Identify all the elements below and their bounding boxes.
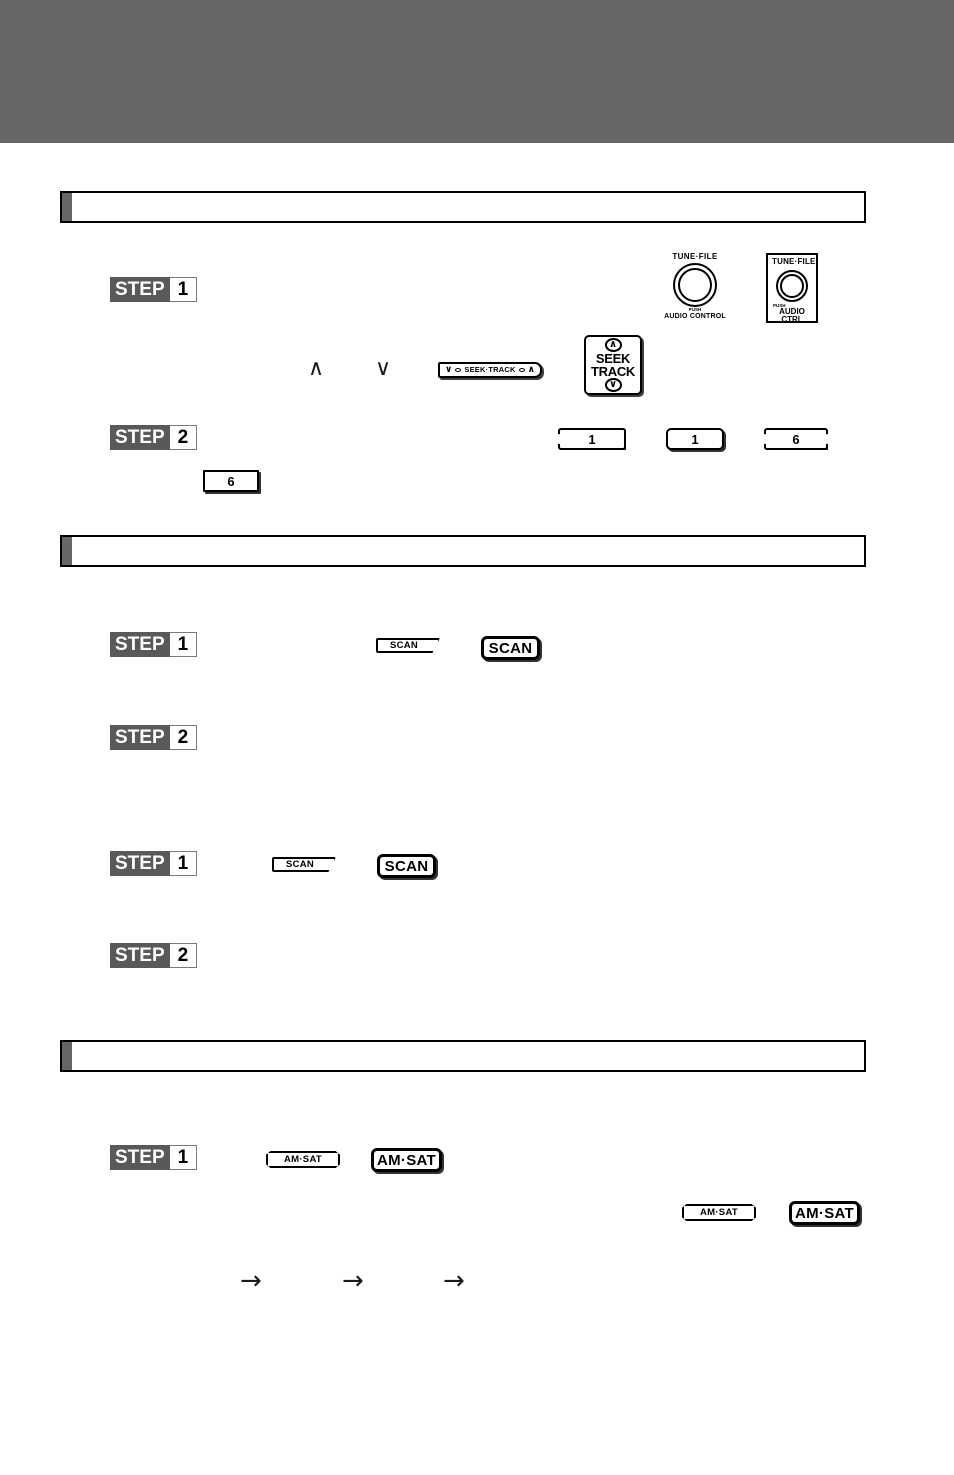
step-number: 2 <box>169 725 198 750</box>
tune-file-knob-illustration: TUNE·FILE PUSH AUDIO CONTROL <box>650 252 740 320</box>
scan-button-bold-2[interactable]: SCAN <box>377 854 436 878</box>
scan-button-flat[interactable]: SCAN <box>376 638 440 653</box>
step-badge-2-4: STEP 2 <box>110 943 198 968</box>
knob-ring-icon <box>673 263 717 307</box>
step-word: STEP <box>110 425 170 450</box>
section-accent-tab <box>62 1042 72 1070</box>
seek-track-vertical-button[interactable]: ∧ SEEK TRACK ∨ <box>584 335 642 395</box>
section-accent-tab <box>62 537 72 565</box>
tune-file-audio-ctrl-panel: TUNE·FILE PUSH AUDIO CTRL <box>766 253 818 325</box>
arrow-right-icon-2: → <box>342 1266 364 1296</box>
am-sat-button-flat-2[interactable]: AM·SAT <box>682 1204 756 1221</box>
section-header-bar-1 <box>60 191 866 223</box>
preset-button-6-plain[interactable]: 6 <box>203 470 259 492</box>
step-word: STEP <box>110 277 170 302</box>
seek-up-circle-icon[interactable]: ∧ <box>604 337 622 352</box>
tune-file-label: TUNE·FILE <box>672 252 718 261</box>
section-header-bar-2 <box>60 535 866 567</box>
scan-button-bold[interactable]: SCAN <box>481 636 540 660</box>
seek-track-label: SEEK·TRACK <box>464 365 516 375</box>
scan-button-flat-2[interactable]: SCAN <box>272 857 336 872</box>
am-sat-button-flat[interactable]: AM·SAT <box>266 1151 340 1168</box>
seek-track-right-ellipse-icon <box>518 368 525 372</box>
preset-button-6-flat[interactable]: 6 <box>764 428 828 450</box>
arrow-right-icon-3: → <box>443 1266 465 1296</box>
chevron-up-icon: ∧ <box>308 356 325 381</box>
section-accent-tab <box>62 193 72 221</box>
seek-track-right-chevron-icon: ∧ <box>527 364 535 375</box>
step-badge-2-2: STEP 2 <box>110 725 198 750</box>
track-label: TRACK <box>591 364 635 379</box>
chevron-down-icon: ∨ <box>375 356 392 381</box>
step-word: STEP <box>110 725 170 750</box>
am-sat-button-bold[interactable]: AM·SAT <box>371 1148 442 1172</box>
audio-control-label: AUDIO CONTROL <box>664 312 726 320</box>
step-badge-2-3: STEP 1 <box>110 851 198 876</box>
page-header-band <box>0 0 954 143</box>
step-word: STEP <box>110 1145 170 1170</box>
step-badge-1-1: STEP 1 <box>110 277 198 302</box>
step-badge-1-2: STEP 2 <box>110 425 198 450</box>
knob-ring-icon-boxed <box>776 269 808 302</box>
seek-down-circle-icon[interactable]: ∨ <box>604 378 622 393</box>
seek-track-left-ellipse-icon <box>455 368 462 372</box>
audio-ctrl-label: AUDIO CTRL <box>779 307 805 325</box>
tune-file-label-boxed: TUNE·FILE <box>772 257 816 266</box>
seek-track-rocker-button[interactable]: ∨ SEEK·TRACK ∧ <box>438 362 542 378</box>
section-header-bar-3 <box>60 1040 866 1072</box>
step-number: 1 <box>169 277 198 302</box>
step-number: 2 <box>169 425 198 450</box>
step-badge-3-1: STEP 1 <box>110 1145 198 1170</box>
step-word: STEP <box>110 851 170 876</box>
manual-page: STEP 1 TUNE·FILE PUSH AUDIO CONTROL TUNE… <box>0 0 954 1475</box>
arrow-right-icon-1: → <box>240 1266 262 1296</box>
seek-label: SEEK <box>595 350 631 366</box>
seek-track-left-chevron-icon: ∨ <box>445 364 453 375</box>
step-number: 1 <box>169 851 198 876</box>
preset-button-1-rounded[interactable]: 1 <box>666 428 724 450</box>
step-badge-2-1: STEP 1 <box>110 632 198 657</box>
am-sat-button-bold-2[interactable]: AM·SAT <box>789 1201 860 1225</box>
step-word: STEP <box>110 632 170 657</box>
step-number: 2 <box>169 943 198 968</box>
preset-button-1-flat[interactable]: 1 <box>558 428 626 450</box>
step-word: STEP <box>110 943 170 968</box>
step-number: 1 <box>169 1145 198 1170</box>
step-number: 1 <box>169 632 198 657</box>
